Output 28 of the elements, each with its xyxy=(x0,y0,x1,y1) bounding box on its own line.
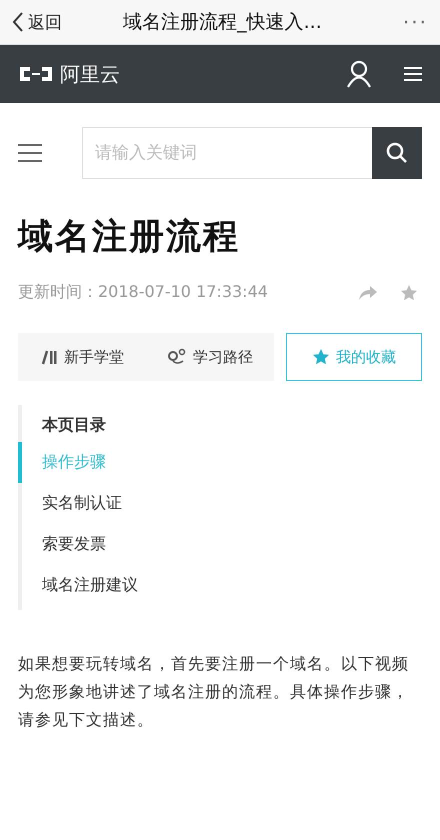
account-button[interactable] xyxy=(346,60,372,88)
share-icon xyxy=(358,284,378,300)
brand-name: 阿里云 xyxy=(60,60,121,88)
books-icon xyxy=(40,349,58,365)
route-icon xyxy=(167,348,187,366)
menu-icon xyxy=(18,143,42,163)
window-title: 域名注册流程_快速入... xyxy=(122,10,323,35)
toc-link[interactable]: 实名制认证 xyxy=(18,483,422,524)
chevron-left-icon xyxy=(12,11,24,33)
more-button[interactable]: ··· xyxy=(402,10,428,34)
article-title: 域名注册流程 xyxy=(18,216,241,259)
logo-icon xyxy=(18,64,54,84)
user-icon xyxy=(346,60,372,88)
star-icon xyxy=(312,348,330,366)
back-button[interactable]: 返回 xyxy=(12,10,62,34)
quick-link[interactable]: 新手学堂 xyxy=(18,333,146,381)
search-icon xyxy=(386,142,408,164)
search-button[interactable] xyxy=(372,127,422,179)
quick-link[interactable]: 学习路径 xyxy=(146,333,274,381)
star-icon xyxy=(400,284,418,302)
menu-button[interactable] xyxy=(18,143,42,163)
toc-link[interactable]: 域名注册建议 xyxy=(18,565,422,606)
toc-heading: 本页目录 xyxy=(40,415,107,436)
search-field[interactable]: 请输入关键词 xyxy=(82,127,372,179)
intro-paragraph: 如果想要玩转域名，首先要注册一个域名。以下视频为您形象地讲述了域名注册的流程。具体操作步骤，请参见下文描述。 xyxy=(18,653,410,731)
update-time: 更新时间：2018-07-10 17:33:44 xyxy=(18,282,269,303)
toc-link[interactable]: 索要发票 xyxy=(18,524,422,565)
menu-icon xyxy=(404,66,422,82)
